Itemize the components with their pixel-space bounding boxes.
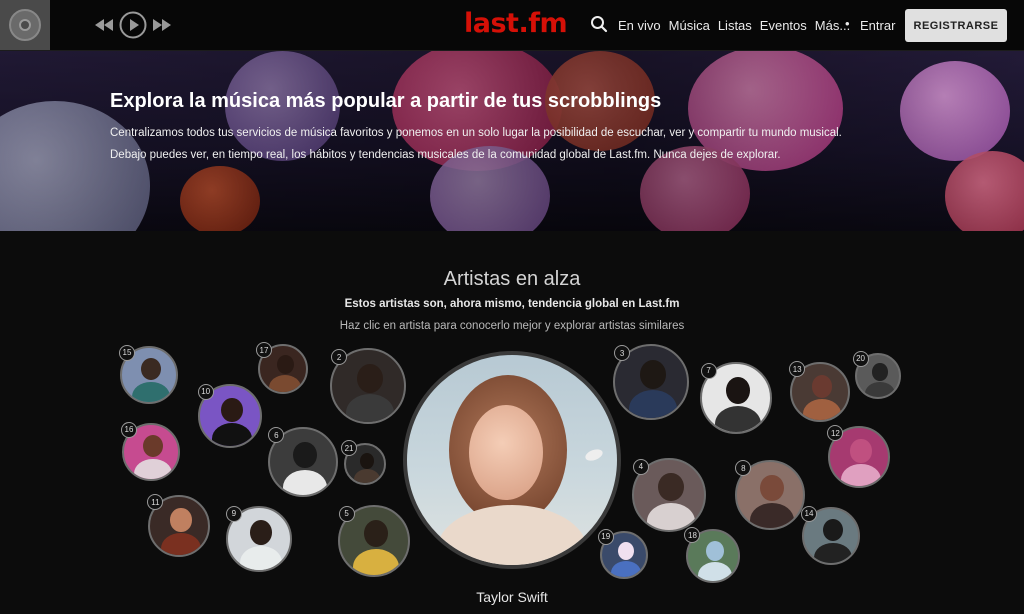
artist-photo-head: [249, 519, 273, 545]
artist-photo-body: [628, 390, 678, 418]
signup-button[interactable]: REGISTRARSE: [905, 9, 1007, 42]
artist-photo-body: [161, 532, 201, 555]
artist-photo-body: [749, 502, 795, 528]
artist-photo-head: [141, 358, 161, 381]
artist-photo-head: [357, 363, 383, 393]
hero-banner: Explora la música más popular a partir d…: [0, 51, 1024, 231]
artist-photo-head: [221, 397, 243, 422]
artist-photo-body: [239, 546, 283, 570]
top-bar: last.fm En vivo Música Listas Eventos Má…: [0, 0, 1024, 51]
artist-photo-head: [872, 363, 888, 381]
artist-photo-head: [658, 473, 684, 502]
nav-link-charts[interactable]: Listas: [718, 18, 752, 33]
artist-photo-body: [352, 548, 400, 575]
artist-photo-head: [811, 374, 833, 398]
previous-icon[interactable]: [94, 9, 114, 41]
login-link[interactable]: Entrar: [860, 18, 895, 33]
artist-photo-body: [814, 542, 852, 563]
artist-photo-body: [610, 560, 642, 577]
artist-rank-badge: 16: [120, 421, 137, 438]
album-art-icon[interactable]: [0, 0, 50, 50]
section-subtitle: Estos artistas son, ahora mismo, tendenc…: [344, 298, 680, 310]
featured-bird: [583, 447, 605, 463]
artist-photo-head: [705, 540, 725, 562]
artist-photo-head: [359, 452, 375, 469]
artist-rank-badge: 15: [118, 344, 135, 361]
featured-shoulders: [437, 505, 587, 565]
main-nav: En vivo Música Listas Eventos Más...: [618, 18, 858, 33]
artist-rank-badge: 4: [632, 458, 649, 475]
artist-photo-head: [725, 376, 751, 405]
nav-link-music[interactable]: Música: [669, 18, 710, 33]
artist-photo-head: [293, 441, 317, 469]
artist-photo-body: [714, 405, 762, 432]
section-hint: Haz clic en artista para conocerlo mejor…: [339, 320, 685, 332]
hero-overlay: [0, 51, 1024, 231]
artist-photo-body: [353, 469, 381, 483]
featured-artist-name[interactable]: Taylor Swift: [0, 589, 1024, 605]
nav-link-events[interactable]: Eventos: [760, 18, 807, 33]
artist-rank-badge: 14: [800, 505, 817, 522]
artist-photo-body: [345, 394, 395, 422]
artist-photo-body: [865, 381, 895, 397]
hero-title: Explora la música más popular a partir d…: [110, 90, 662, 112]
artist-photo-body: [132, 381, 170, 402]
artist-photo-head: [276, 355, 294, 374]
artist-photo-body: [134, 458, 172, 479]
artist-photo-head: [760, 474, 784, 502]
next-icon[interactable]: [152, 9, 172, 41]
artist-photo-head: [640, 359, 666, 389]
artist-rank-badge: 17: [256, 342, 272, 358]
hero-text-line-2: Debajo puedes ver, en tiempo real, los h…: [110, 149, 781, 161]
lastfm-logo[interactable]: last.fm: [464, 8, 568, 39]
artist-photo-head: [363, 519, 389, 548]
artist-photo-head: [617, 541, 635, 560]
artist-rank-badge: 10: [197, 383, 214, 400]
artist-photo-head: [823, 519, 843, 542]
nav-separator: •: [845, 16, 850, 31]
featured-face: [469, 405, 543, 500]
artist-photo-head: [170, 508, 192, 532]
artist-photo-body: [269, 375, 301, 392]
artist-photo-head: [850, 439, 872, 463]
featured-artist-image[interactable]: [403, 351, 621, 569]
hero-text-line-1: Centralizamos todos tus servicios de mús…: [110, 127, 842, 139]
search-icon[interactable]: [590, 15, 610, 35]
artist-rank-badge: 9: [225, 505, 242, 522]
artist-rank-badge: 5: [338, 505, 355, 522]
artist-photo-body: [802, 398, 842, 420]
nav-link-live[interactable]: En vivo: [618, 18, 661, 33]
artist-rank-badge: 20: [852, 350, 869, 367]
section-title: Artistas en alza: [443, 268, 581, 290]
artist-rank-badge: 7: [700, 362, 717, 379]
artist-photo-head: [143, 435, 163, 458]
artist-photo-body: [211, 423, 253, 446]
artist-rank-badge: 19: [597, 528, 614, 545]
artist-photo-body: [697, 562, 733, 581]
artist-rank-badge: 21: [341, 440, 358, 457]
artist-photo-body: [282, 469, 328, 495]
artist-photo-body: [841, 463, 881, 486]
play-icon[interactable]: [118, 9, 148, 41]
